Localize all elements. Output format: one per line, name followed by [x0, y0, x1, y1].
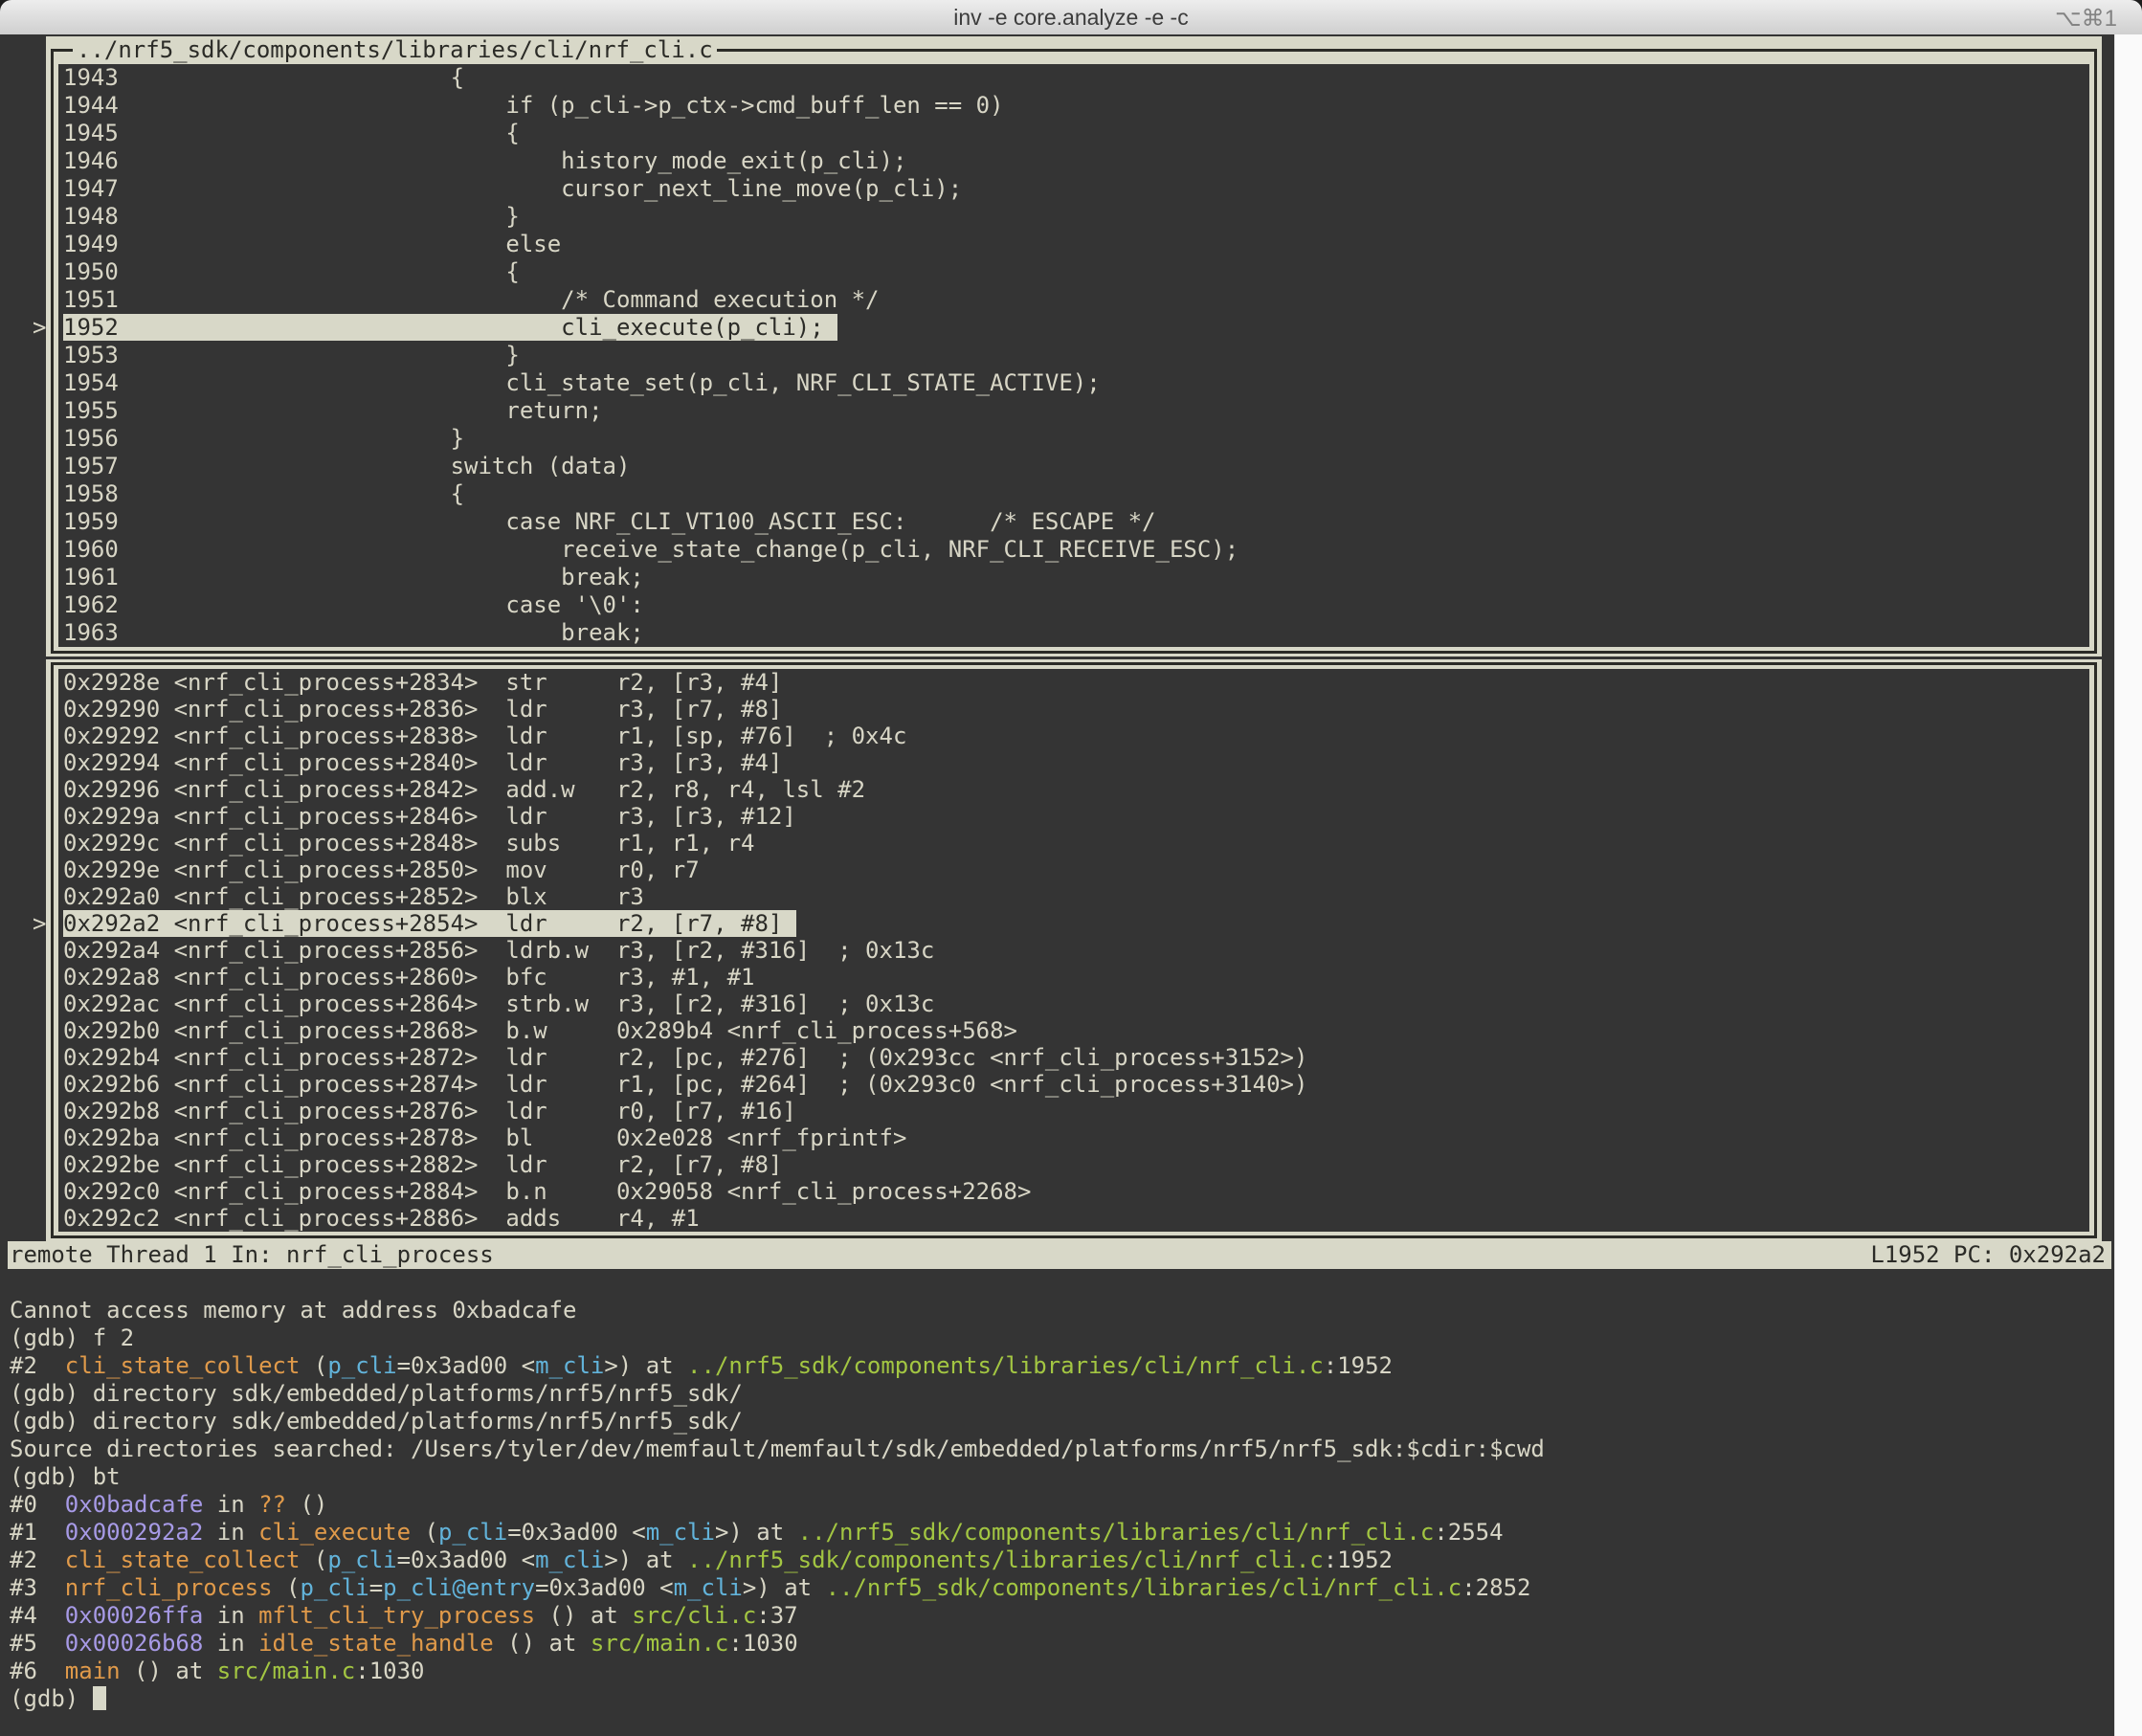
disassembly-line: 0x292b0 <nrf_cli_process+2868> b.w 0x289…	[58, 1017, 2089, 1044]
console-line: #0 0x0badcafe in ?? ()	[10, 1491, 2109, 1519]
current-line-marker: >	[33, 910, 46, 937]
window-title: inv -e core.analyze -e -c	[0, 5, 2142, 31]
console-line: #2 cli_state_collect (p_cli=0x3ad00 <m_c…	[10, 1352, 2109, 1380]
source-pane: ../nrf5_sdk/components/libraries/cli/nrf…	[46, 36, 2102, 657]
disassembly-line: 0x2929c <nrf_cli_process+2848> subs r1, …	[58, 830, 2089, 857]
status-thread-info: remote Thread 1 In: nrf_cli_process	[10, 1241, 494, 1269]
console-line: (gdb) directory sdk/embedded/platforms/n…	[10, 1408, 2109, 1436]
source-pane-title: ../nrf5_sdk/components/libraries/cli/nrf…	[73, 36, 717, 64]
disassembly-line: 0x29294 <nrf_cli_process+2840> ldr r3, […	[58, 749, 2089, 776]
border-line	[51, 1235, 2097, 1238]
terminal-screen[interactable]: ../nrf5_sdk/components/libraries/cli/nrf…	[0, 34, 2142, 1736]
console-line: #6 main () at src/main.c:1030	[10, 1658, 2109, 1685]
source-line: 1946 history_mode_exit(p_cli);	[58, 147, 2089, 175]
console-line: Source directories searched: /Users/tyle…	[10, 1436, 2109, 1463]
disassembly-line: 0x292b6 <nrf_cli_process+2874> ldr r1, […	[58, 1071, 2089, 1098]
disassembly-line: 0x292b4 <nrf_cli_process+2872> ldr r2, […	[58, 1044, 2089, 1071]
border-line	[51, 662, 2097, 665]
source-line: 1961 break;	[58, 564, 2089, 591]
status-line-pc: L1952 PC: 0x292a2	[1870, 1241, 2106, 1269]
disassembly-line: 0x292a0 <nrf_cli_process+2852> blx r3	[58, 883, 2089, 910]
console-line: (gdb) f 2	[10, 1324, 2109, 1352]
disassembly-pane: 0x2928e <nrf_cli_process+2834> str r2, […	[46, 659, 2102, 1241]
disassembly-line: 0x292c2 <nrf_cli_process+2886> adds r4, …	[58, 1205, 2089, 1232]
border-line	[51, 50, 54, 653]
disassembly-line: 0x292c0 <nrf_cli_process+2884> b.n 0x290…	[58, 1178, 2089, 1205]
disassembly-line: 0x2929a <nrf_cli_process+2846> ldr r3, […	[58, 803, 2089, 830]
terminal-window: inv -e core.analyze -e -c ⌥⌘1 ../nrf5_sd…	[0, 0, 2142, 1736]
border-line	[2094, 663, 2097, 1237]
console-line: (gdb)	[10, 1685, 2109, 1713]
status-bar: remote Thread 1 In: nrf_cli_process L195…	[8, 1241, 2111, 1269]
source-line: 1956 }	[58, 425, 2089, 453]
console-line: #4 0x00026ffa in mflt_cli_try_process ()…	[10, 1602, 2109, 1630]
gdb-console[interactable]: Cannot access memory at address 0xbadcaf…	[10, 1297, 2109, 1713]
disassembly-line: 0x2929e <nrf_cli_process+2850> mov r0, r…	[58, 857, 2089, 883]
disassembly-line: 0x29292 <nrf_cli_process+2838> ldr r1, […	[58, 723, 2089, 749]
source-pane-border-top: ../nrf5_sdk/components/libraries/cli/nrf…	[46, 36, 2102, 64]
disassembly-line-current: >0x292a2 <nrf_cli_process+2854> ldr r2, …	[58, 910, 2089, 937]
disassembly-line: 0x29290 <nrf_cli_process+2836> ldr r3, […	[58, 696, 2089, 723]
window-titlebar[interactable]: inv -e core.analyze -e -c ⌥⌘1	[0, 0, 2142, 35]
source-line: 1962 case '\0':	[58, 591, 2089, 619]
source-body: 1943 {1944 if (p_cli->p_ctx->cmd_buff_le…	[58, 64, 2089, 647]
source-line: 1943 {	[58, 64, 2089, 92]
source-line: 1950 {	[58, 258, 2089, 286]
disassembly-line: 0x2928e <nrf_cli_process+2834> str r2, […	[58, 669, 2089, 696]
border-line	[2094, 50, 2097, 653]
disassembly-line: 0x292ba <nrf_cli_process+2878> bl 0x2e02…	[58, 1124, 2089, 1151]
disassembly-line: 0x292a8 <nrf_cli_process+2860> bfc r3, #…	[58, 964, 2089, 990]
source-line: 1953 }	[58, 342, 2089, 369]
console-line: #3 nrf_cli_process (p_cli=p_cli@entry=0x…	[10, 1574, 2109, 1602]
border-line	[51, 663, 54, 1237]
source-line: 1955 return;	[58, 397, 2089, 425]
source-line: 1949 else	[58, 231, 2089, 258]
disassembly-body: 0x2928e <nrf_cli_process+2834> str r2, […	[58, 669, 2089, 1232]
source-line: 1947 cursor_next_line_move(p_cli);	[58, 175, 2089, 203]
source-line: 1945 {	[58, 120, 2089, 147]
disassembly-pane-border-top	[46, 659, 2102, 669]
source-line: 1960 receive_state_change(p_cli, NRF_CLI…	[58, 536, 2089, 564]
console-line: (gdb) bt	[10, 1463, 2109, 1491]
current-line-marker: >	[33, 314, 46, 342]
source-line: 1957 switch (data)	[58, 453, 2089, 480]
window-shortcut-badge: ⌥⌘1	[2055, 5, 2117, 33]
terminal-cursor	[93, 1686, 106, 1710]
source-line: 1951 /* Command execution */	[58, 286, 2089, 314]
disassembly-line: 0x292b8 <nrf_cli_process+2876> ldr r0, […	[58, 1098, 2089, 1124]
console-line: #2 cli_state_collect (p_cli=0x3ad00 <m_c…	[10, 1547, 2109, 1574]
console-line: (gdb) directory sdk/embedded/platforms/n…	[10, 1380, 2109, 1408]
console-line: #1 0x000292a2 in cli_execute (p_cli=0x3a…	[10, 1519, 2109, 1547]
disassembly-line: 0x292ac <nrf_cli_process+2864> strb.w r3…	[58, 990, 2089, 1017]
source-line: 1958 {	[58, 480, 2089, 508]
disassembly-line: 0x292a4 <nrf_cli_process+2856> ldrb.w r3…	[58, 937, 2089, 964]
console-line: Cannot access memory at address 0xbadcaf…	[10, 1297, 2109, 1324]
disassembly-pane-border-bottom	[46, 1232, 2102, 1241]
source-line: 1963 break;	[58, 619, 2089, 647]
source-line: 1948 }	[58, 203, 2089, 231]
source-line-current: >1952 cli_execute(p_cli);	[58, 314, 2089, 342]
console-line: #5 0x00026b68 in idle_state_handle () at…	[10, 1630, 2109, 1658]
source-pane-border-bottom	[46, 647, 2102, 657]
disassembly-line: 0x292be <nrf_cli_process+2882> ldr r2, […	[58, 1151, 2089, 1178]
source-line: 1944 if (p_cli->p_ctx->cmd_buff_len == 0…	[58, 92, 2089, 120]
border-line	[51, 651, 2097, 654]
disassembly-line: 0x29296 <nrf_cli_process+2842> add.w r2,…	[58, 776, 2089, 803]
source-line: 1959 case NRF_CLI_VT100_ASCII_ESC: /* ES…	[58, 508, 2089, 536]
source-line: 1954 cli_state_set(p_cli, NRF_CLI_STATE_…	[58, 369, 2089, 397]
terminal-scrollbar[interactable]	[2114, 34, 2142, 1736]
